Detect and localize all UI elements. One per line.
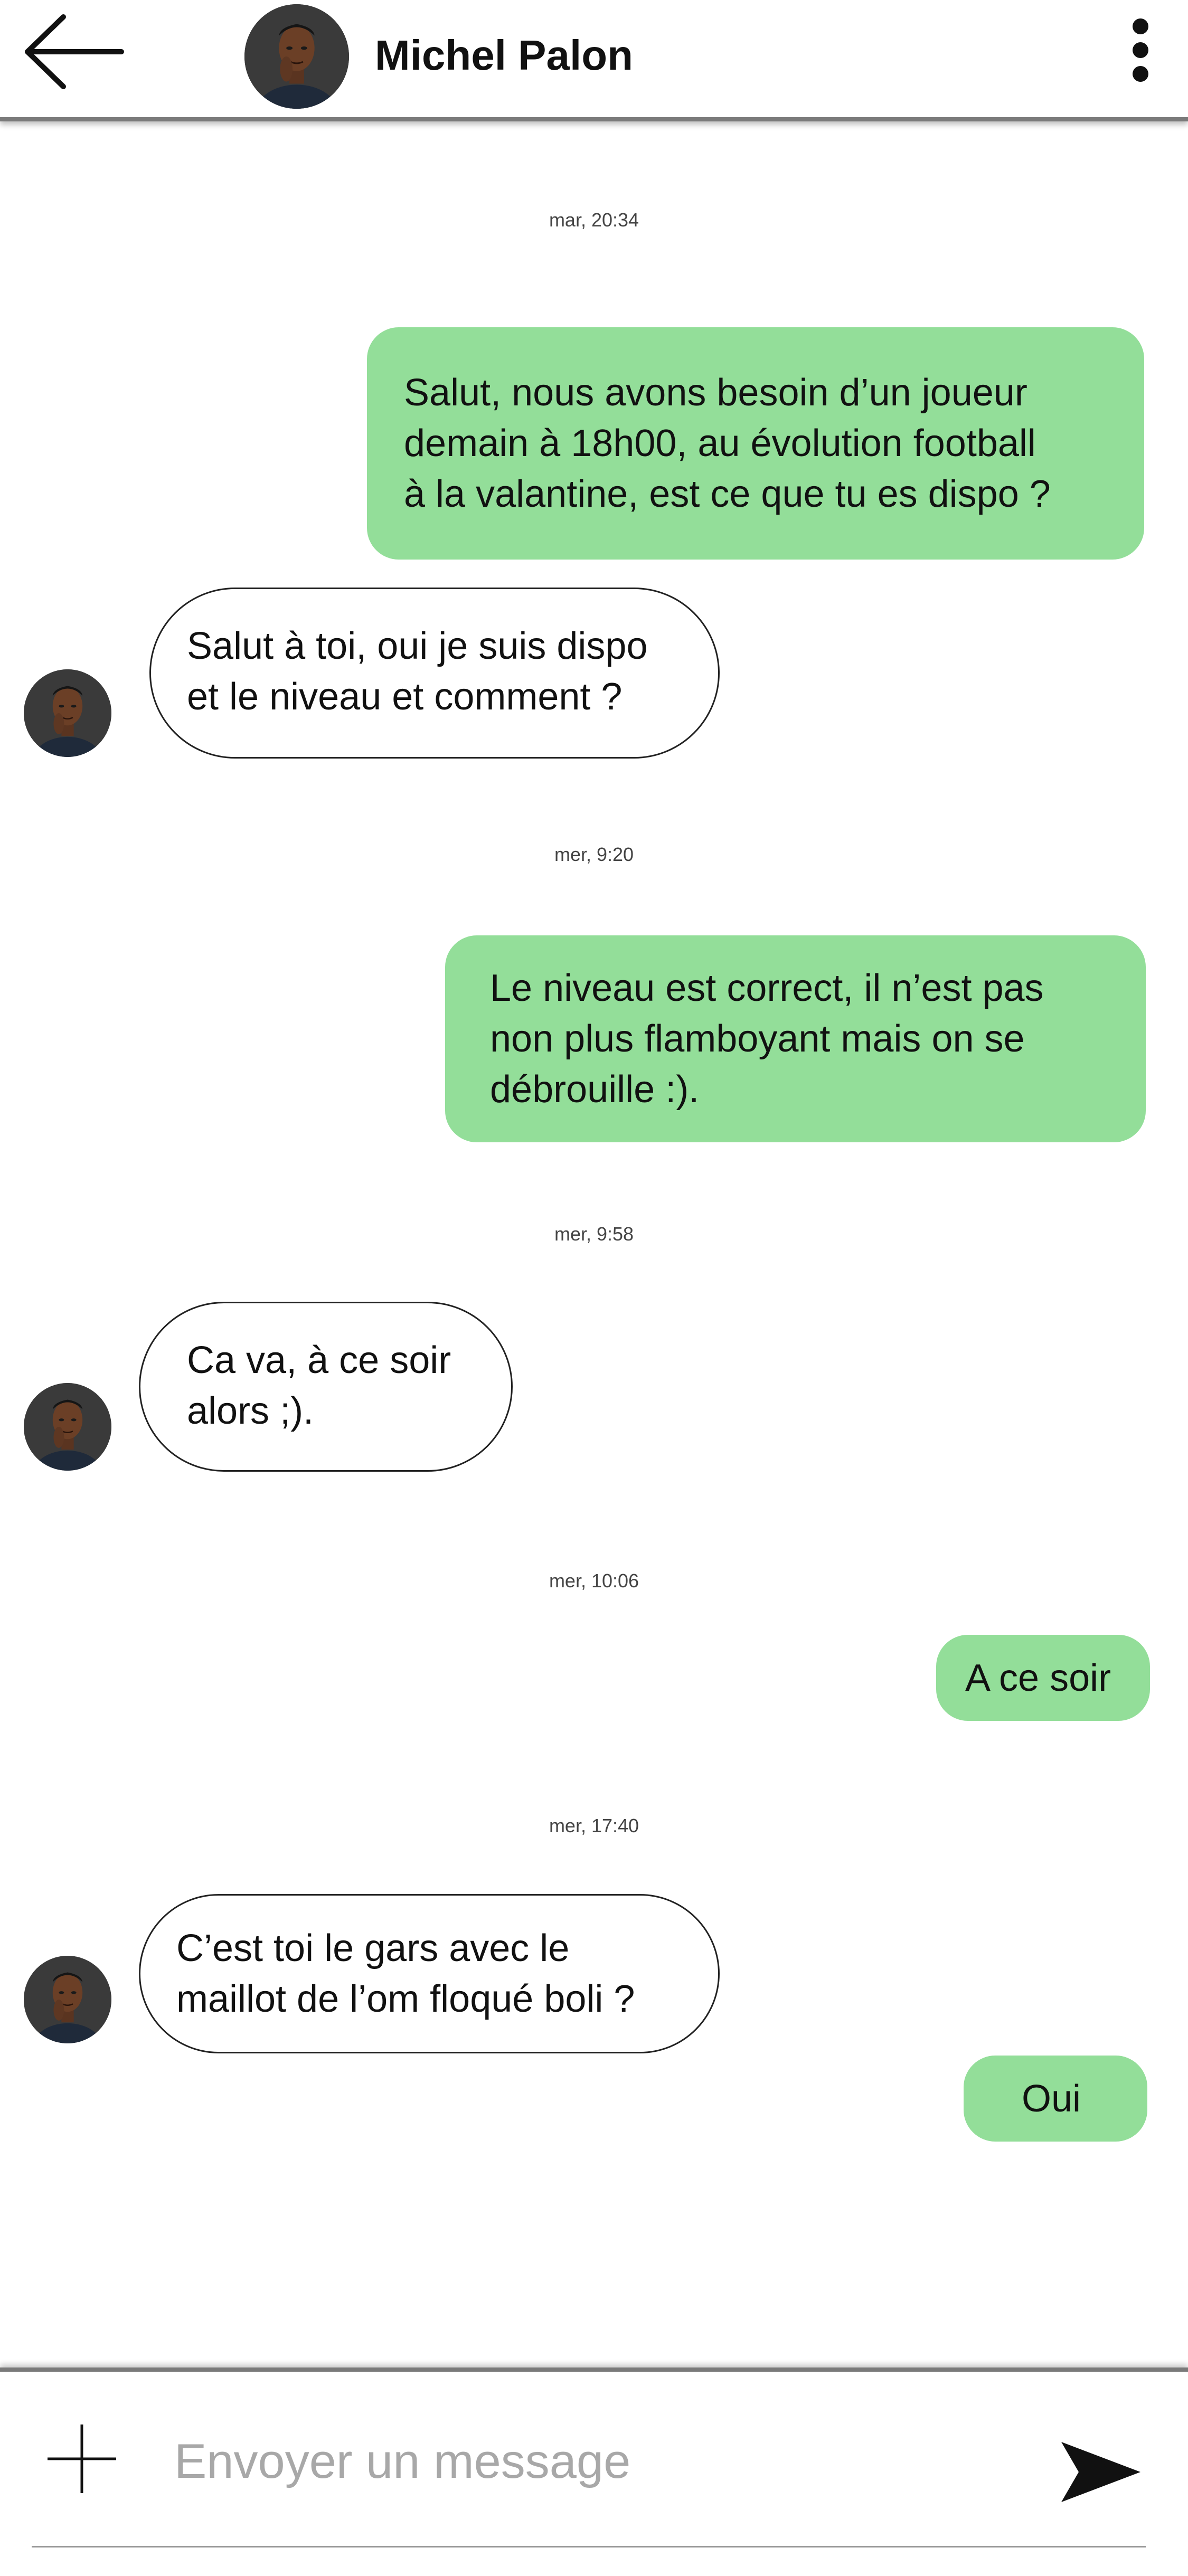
message-composer bbox=[0, 2367, 1188, 2576]
received-message[interactable]: Salut à toi, oui je suis dispo et le niv… bbox=[149, 588, 720, 759]
timestamp: mar, 20:34 bbox=[549, 209, 639, 231]
contact-avatar[interactable] bbox=[244, 4, 349, 109]
timestamp: mer, 10:06 bbox=[549, 1570, 639, 1592]
more-options-button[interactable] bbox=[1119, 16, 1162, 84]
sender-avatar[interactable] bbox=[24, 1956, 111, 2043]
plus-icon bbox=[48, 2425, 116, 2493]
received-message[interactable]: Ca va, à ce soir alors ;). bbox=[139, 1302, 513, 1472]
message-input[interactable] bbox=[174, 2430, 1019, 2493]
add-attachment-button[interactable] bbox=[42, 2419, 121, 2498]
send-icon bbox=[1061, 2442, 1140, 2502]
sender-avatar[interactable] bbox=[24, 1383, 111, 1471]
received-message[interactable]: C’est toi le gars avec le maillot de l’o… bbox=[139, 1894, 720, 2053]
input-underline bbox=[32, 2546, 1146, 2547]
contact-name[interactable]: Michel Palon bbox=[375, 26, 633, 84]
timestamp: mer, 9:58 bbox=[554, 1223, 634, 1245]
arrow-left-icon bbox=[25, 14, 124, 89]
sent-message[interactable]: A ce soir bbox=[936, 1635, 1150, 1721]
send-button[interactable] bbox=[1059, 2438, 1143, 2506]
sent-message[interactable]: Salut, nous avons besoin d’un joueur dem… bbox=[367, 327, 1144, 560]
chat-header: Michel Palon bbox=[0, 0, 1188, 121]
sender-avatar[interactable] bbox=[24, 669, 111, 757]
timestamp: mer, 17:40 bbox=[549, 1815, 639, 1836]
more-vertical-icon bbox=[1133, 18, 1148, 82]
sent-message[interactable]: Le niveau est correct, il n’est pas non … bbox=[445, 935, 1146, 1142]
sent-message[interactable]: Oui bbox=[964, 2056, 1147, 2142]
timestamp: mer, 9:20 bbox=[554, 844, 634, 865]
back-button[interactable] bbox=[21, 11, 127, 95]
